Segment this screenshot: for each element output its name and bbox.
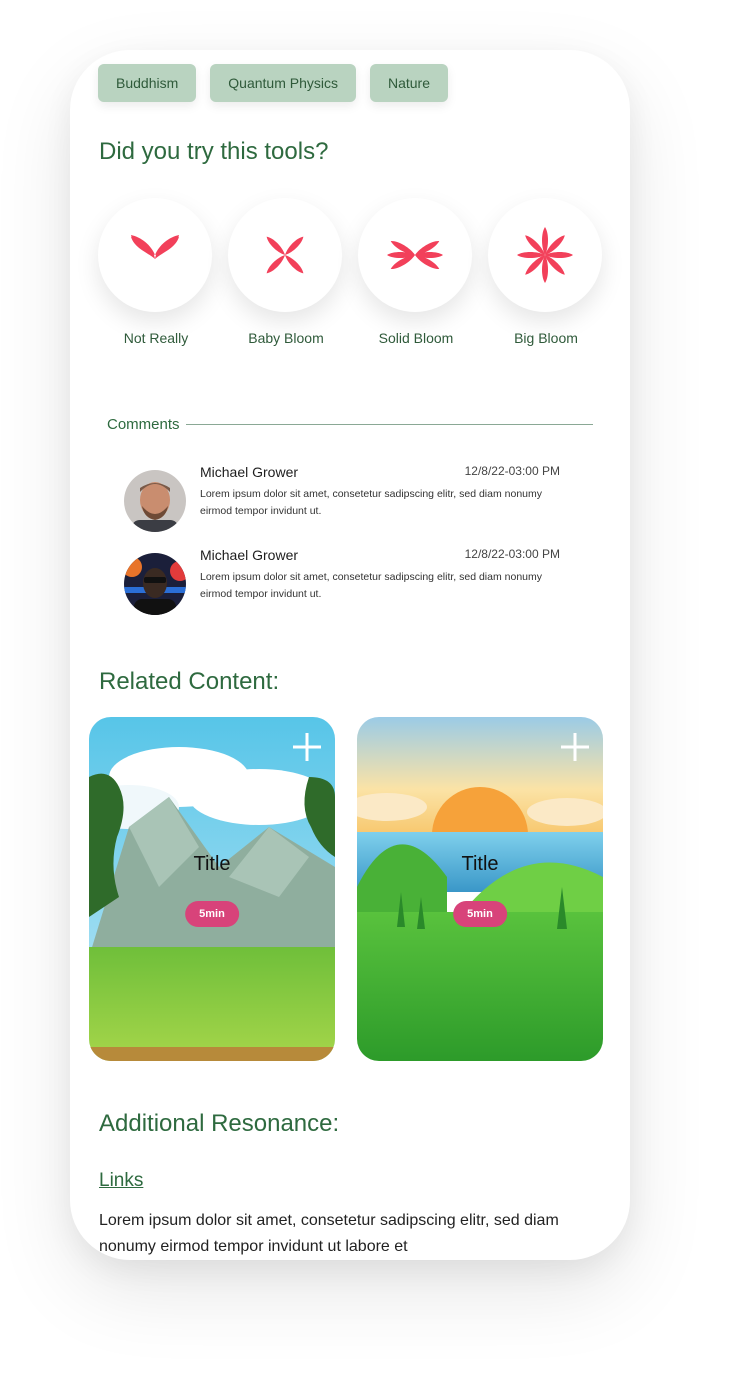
phone-screen: Buddhism Quantum Physics Nature Did you … (70, 50, 630, 1260)
comment-author: Michael Grower (200, 547, 299, 563)
tag-quantum-physics[interactable]: Quantum Physics (210, 64, 356, 102)
related-heading: Related Content: (99, 668, 280, 695)
card-image (89, 717, 335, 1061)
comment-author: Michael Grower (200, 464, 299, 480)
comments-header: Comments (107, 416, 593, 433)
tool-baby-bloom[interactable]: Baby Bloom (228, 198, 344, 346)
tool-circle[interactable] (358, 198, 472, 312)
duration-badge: 5min (453, 901, 507, 927)
tag-buddhism[interactable]: Buddhism (98, 64, 197, 102)
tool-solid-bloom[interactable]: Solid Bloom (358, 198, 474, 346)
related-card[interactable]: Title 5min (357, 717, 603, 1061)
tool-label: Big Bloom (514, 330, 578, 346)
card-title: Title (461, 853, 499, 875)
duration-badge: 5min (185, 901, 239, 927)
tool-circle[interactable] (228, 198, 342, 312)
comment-text: Lorem ipsum dolor sit amet, consetetur s… (200, 571, 542, 600)
tool-circle[interactable] (488, 198, 602, 312)
additional-heading: Additional Resonance: (99, 1110, 340, 1137)
divider (185, 424, 593, 425)
links-link[interactable]: Links (99, 1170, 143, 1192)
six-petal-icon (387, 240, 443, 270)
tool-not-really[interactable]: Not Really (98, 198, 214, 346)
avatar[interactable] (124, 553, 186, 615)
tag-list: Buddhism Quantum Physics Nature (98, 64, 449, 102)
card-image (357, 717, 603, 1061)
card-title: Title (193, 853, 231, 875)
tag-nature[interactable]: Nature (369, 64, 449, 102)
two-petal-icon (131, 235, 179, 259)
comment-date: 12/8/22-03:00 PM (464, 464, 560, 478)
tool-label: Baby Bloom (248, 330, 324, 346)
tool-label: Not Really (123, 330, 189, 346)
body-paragraph: Lorem ipsum dolor sit amet, consetetur s… (99, 1212, 559, 1255)
avatar[interactable] (124, 470, 186, 532)
tool-circle[interactable] (98, 198, 212, 312)
add-icon[interactable] (559, 731, 591, 763)
eight-petal-icon (517, 227, 573, 283)
tools-heading: Did you try this tools? (99, 138, 329, 165)
comment-text: Lorem ipsum dolor sit amet, consetetur s… (200, 488, 542, 517)
four-petal-icon (266, 236, 304, 274)
related-card[interactable]: Title 5min (89, 717, 335, 1061)
comment-date: 12/8/22-03:00 PM (464, 547, 560, 561)
tool-big-bloom[interactable]: Big Bloom (488, 198, 604, 346)
tool-label: Solid Bloom (378, 330, 454, 346)
comments-label: Comments (107, 416, 180, 433)
add-icon[interactable] (291, 731, 323, 763)
